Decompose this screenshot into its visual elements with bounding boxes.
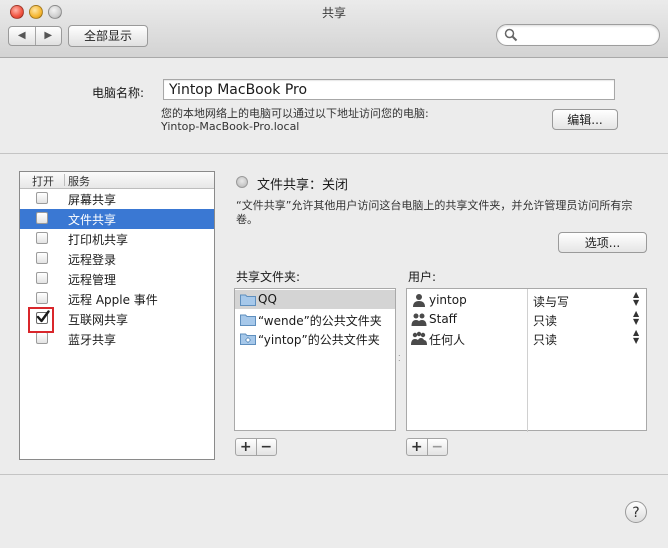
user-add-remove-control: + − [406, 438, 448, 456]
folder-name: QQ [258, 292, 277, 306]
services-list-header: 打开 服务 [20, 172, 214, 189]
list-item[interactable]: “wende”的公共文件夹 [235, 310, 395, 329]
options-button[interactable]: 选项... [558, 232, 647, 253]
window-title: 共享 [321, 6, 346, 20]
computer-name-field[interactable]: Yintop MacBook Pro [163, 79, 615, 100]
chevron-right-icon: ▶ [44, 30, 53, 41]
add-folder-button[interactable]: + [236, 439, 256, 455]
user-name: Staff [429, 312, 457, 326]
folder-icon [240, 294, 256, 306]
permission-select[interactable]: 读与写 [533, 293, 569, 310]
file-sharing-status: 文件共享：关闭 [257, 178, 349, 193]
service-label: 蓝牙共享 [68, 333, 117, 347]
service-row-remote-management[interactable]: 远程管理 [20, 269, 214, 289]
folder-name: “wende”的公共文件夹 [258, 314, 382, 328]
file-sharing-description-line2: 卷。 [236, 213, 258, 226]
service-row-remote-apple-events[interactable]: 远程 Apple 事件 [20, 289, 214, 309]
remove-folder-button[interactable]: − [255, 439, 277, 455]
service-row-screen-sharing[interactable]: 屏幕共享 [20, 189, 214, 209]
public-folder-icon [240, 333, 256, 345]
user-icon [413, 294, 425, 307]
help-button[interactable]: ? [625, 501, 647, 523]
service-checkbox-printer-sharing[interactable] [36, 232, 48, 244]
back-forward-control: ◀ ▶ [8, 26, 62, 46]
service-row-remote-login[interactable]: 远程登录 [20, 249, 214, 269]
column-header-on: 打开 [32, 175, 54, 188]
bottom-divider [0, 474, 668, 475]
column-header-service: 服务 [68, 175, 90, 188]
group-icon [411, 313, 427, 326]
status-indicator-icon [236, 176, 248, 188]
service-row-file-sharing[interactable]: 文件共享 [20, 209, 214, 229]
users-label: 用户: [408, 270, 437, 284]
service-checkbox-remote-management[interactable] [36, 272, 48, 284]
service-checkbox-remote-apple-events[interactable] [36, 292, 48, 304]
service-label: 远程 Apple 事件 [68, 293, 158, 307]
everyone-icon [411, 331, 427, 345]
shared-folders-label: 共享文件夹: [236, 270, 301, 284]
add-user-button[interactable]: + [407, 439, 427, 455]
service-checkbox-remote-login[interactable] [36, 252, 48, 264]
file-sharing-description-line1: “文件共享”允许其他用户访问这台电脑上的共享文件夹，并允许管理员访问所有宗 [236, 199, 633, 212]
service-label: 屏幕共享 [68, 193, 117, 207]
address-info-text: 您的本地网络上的电脑可以通过以下地址访问您的电脑: [161, 107, 429, 120]
permission-select[interactable]: 只读 [533, 312, 557, 329]
computer-name-label: 电脑名称: [92, 86, 145, 100]
service-label: 打印机共享 [68, 233, 129, 247]
column-separator [64, 174, 65, 186]
table-row[interactable]: Staff 只读 ▲ ▼ [407, 310, 646, 329]
section-divider [0, 153, 668, 154]
service-label: 远程管理 [68, 273, 117, 287]
service-label: 文件共享 [68, 213, 117, 227]
search-input[interactable] [496, 24, 660, 46]
service-row-printer-sharing[interactable]: 打印机共享 [20, 229, 214, 249]
chevron-left-icon: ◀ [17, 30, 26, 41]
service-label: 远程登录 [68, 253, 117, 267]
service-label: 互联网共享 [68, 313, 129, 327]
list-item[interactable]: QQ [235, 290, 395, 309]
show-all-button[interactable]: 全部显示 [68, 25, 148, 47]
edit-button[interactable]: 编辑... [552, 109, 618, 130]
split-resize-handle[interactable]: ⁚ [398, 354, 401, 363]
service-checkbox-screen-sharing[interactable] [36, 192, 48, 204]
back-button[interactable]: ◀ [9, 27, 35, 45]
permission-select[interactable]: 只读 [533, 331, 557, 348]
service-checkbox-file-sharing[interactable] [36, 212, 48, 224]
popup-arrows-icon[interactable]: ▲ ▼ [633, 329, 639, 345]
local-address-text: Yintop-MacBook-Pro.local [161, 120, 300, 133]
popup-arrows-icon[interactable]: ▲ ▼ [633, 291, 639, 307]
folder-add-remove-control: + − [235, 438, 277, 456]
forward-button[interactable]: ▶ [34, 27, 62, 45]
user-name: yintop [429, 293, 467, 307]
titlebar: 共享 ◀ ▶ 全部显示 [0, 0, 668, 58]
list-item[interactable]: “yintop”的公共文件夹 [235, 329, 395, 348]
search-icon [504, 28, 518, 42]
user-name: 任何人 [429, 333, 466, 347]
table-row[interactable]: 任何人 只读 ▲ ▼ [407, 329, 646, 348]
highlight-annotation-box [28, 307, 54, 333]
popup-arrows-icon[interactable]: ▲ ▼ [633, 310, 639, 326]
folder-name: “yintop”的公共文件夹 [258, 333, 380, 347]
sharing-window: 共享 ◀ ▶ 全部显示 电脑名称: Yintop MacBook Pro 您的本… [0, 0, 668, 548]
users-list: yintop 读与写 ▲ ▼ Staff 只读 ▲ ▼ 任何人 只读 ▲ ▼ [406, 288, 647, 432]
remove-user-button[interactable]: − [426, 439, 448, 455]
service-checkbox-bluetooth-sharing[interactable] [36, 332, 48, 344]
shared-folders-list: QQ “wende”的公共文件夹 “yintop”的公共文件夹 [234, 288, 396, 431]
folder-icon [240, 314, 256, 326]
table-row[interactable]: yintop 读与写 ▲ ▼ [407, 291, 646, 310]
